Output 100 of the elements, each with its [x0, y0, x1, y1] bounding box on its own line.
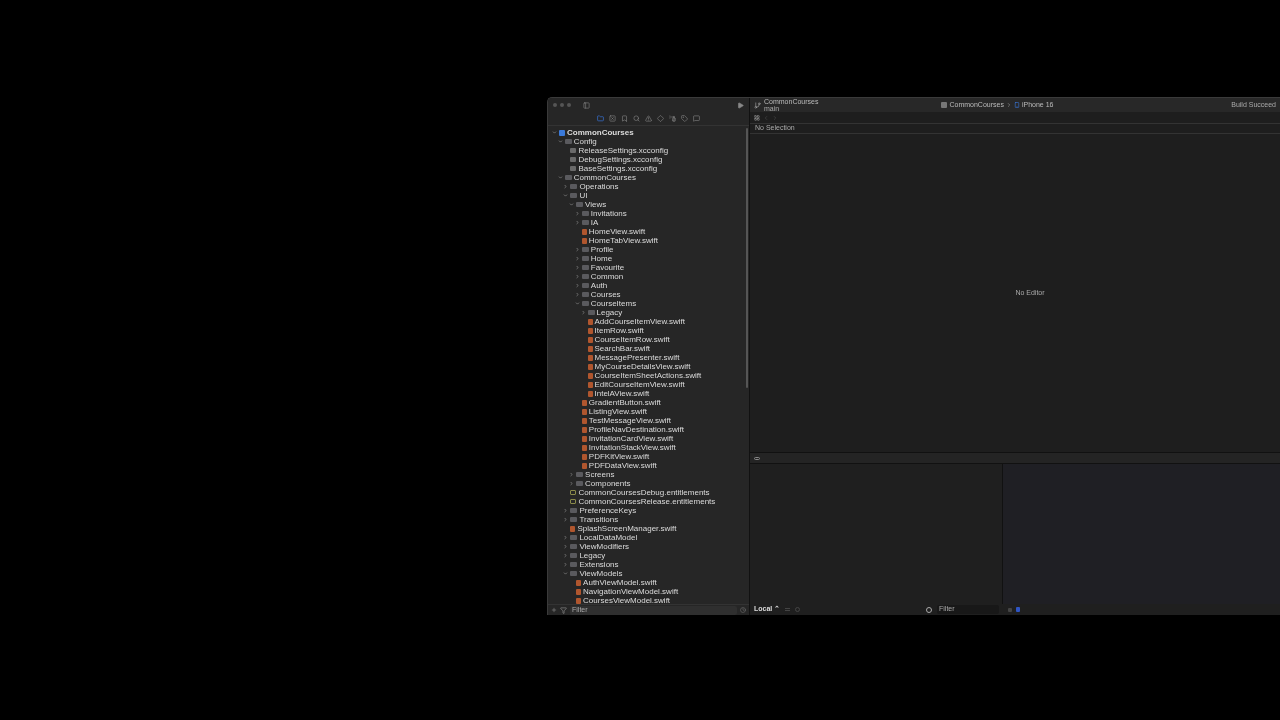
disclosure-chevron-icon[interactable]	[563, 184, 569, 189]
file-tree-item[interactable]: MessagePresenter.swift	[594, 353, 680, 362]
file-tree-item[interactable]: CommonCoursesDebug.entitlements	[578, 488, 710, 497]
speech-bubble-icon[interactable]	[693, 115, 700, 122]
file-tree-item[interactable]: CourseItemSheetActions.swift	[594, 371, 702, 380]
file-tree-item[interactable]: InvitationCardView.swift	[588, 434, 674, 443]
disclosure-chevron-icon[interactable]	[574, 265, 580, 270]
file-tree-item[interactable]: DebugSettings.xcconfig	[578, 155, 663, 164]
run-icon[interactable]	[737, 101, 744, 109]
file-tree-item[interactable]: IA	[590, 218, 599, 227]
disclosure-chevron-icon[interactable]	[557, 175, 563, 180]
disclosure-chevron-icon[interactable]	[574, 247, 580, 252]
sidebar-toggle-icon[interactable]	[583, 101, 590, 109]
file-tree-item[interactable]: Courses	[590, 290, 621, 299]
file-tree-item[interactable]: Profile	[590, 245, 614, 254]
file-tree-item[interactable]: PreferenceKeys	[579, 506, 637, 515]
file-tree-item[interactable]: ViewModels	[579, 569, 623, 578]
disclosure-chevron-icon[interactable]	[574, 301, 580, 306]
minimize-window-button[interactable]	[560, 103, 564, 107]
file-tree-item[interactable]: LocalDataModel	[579, 533, 638, 542]
file-tree-item[interactable]: Components	[585, 479, 631, 488]
disclosure-chevron-icon[interactable]	[552, 130, 557, 135]
list-icon[interactable]	[785, 608, 791, 611]
file-tree-item[interactable]: AuthViewModel.swift	[583, 578, 657, 587]
file-tree-item[interactable]: ItemRow.swift	[594, 326, 644, 335]
disclosure-chevron-icon[interactable]	[569, 481, 575, 486]
source-control-icon[interactable]	[609, 115, 616, 122]
close-window-button[interactable]	[553, 103, 557, 107]
file-tree-item[interactable]: Legacy	[596, 308, 623, 317]
file-tree-item[interactable]: MyCourseDetailsView.swift	[594, 362, 691, 371]
disclosure-chevron-icon[interactable]	[574, 220, 580, 225]
disclosure-chevron-icon[interactable]	[574, 256, 580, 261]
file-tree-item[interactable]: IntelAView.swift	[594, 389, 650, 398]
file-tree-item[interactable]: CourseItems	[590, 299, 637, 308]
debug-toggle-icon[interactable]	[754, 456, 760, 460]
grid-icon[interactable]	[754, 114, 760, 121]
disclosure-chevron-icon[interactable]	[563, 535, 569, 540]
disclosure-chevron-icon[interactable]	[574, 274, 580, 279]
zoom-window-button[interactable]	[567, 103, 571, 107]
disclosure-chevron-icon[interactable]	[563, 571, 569, 576]
disclosure-chevron-icon[interactable]	[574, 211, 580, 216]
disclosure-chevron-icon[interactable]	[574, 292, 580, 297]
forward-icon[interactable]	[772, 114, 778, 121]
disclosure-chevron-icon[interactable]	[557, 139, 563, 144]
disclosure-chevron-icon[interactable]	[563, 553, 569, 558]
file-tree-item[interactable]: Common	[590, 272, 624, 281]
file-tree-item[interactable]: ListingView.swift	[588, 407, 647, 416]
recent-files-icon[interactable]	[740, 607, 746, 613]
file-tree-item[interactable]: CourseItemRow.swift	[594, 335, 670, 344]
file-tree-item[interactable]: CommonCourses	[573, 173, 636, 182]
disclosure-chevron-icon[interactable]	[569, 472, 575, 477]
disclosure-chevron-icon[interactable]	[574, 283, 580, 288]
file-tree-item[interactable]: ReleaseSettings.xcconfig	[578, 146, 669, 155]
folder-icon[interactable]	[597, 115, 604, 122]
file-tree-item[interactable]: Transitions	[579, 515, 619, 524]
file-tree-item[interactable]: Extensions	[579, 560, 619, 569]
app-icon	[941, 102, 948, 108]
spray-can-icon[interactable]	[669, 115, 676, 122]
bookmark-icon[interactable]	[621, 115, 628, 122]
file-tree-item[interactable]: Favourite	[590, 263, 625, 272]
file-tree-item[interactable]: SearchBar.swift	[594, 344, 651, 353]
file-tree-item[interactable]: Views	[585, 200, 607, 209]
file-tree-item[interactable]: CommonCourses	[567, 128, 634, 137]
disclosure-chevron-icon[interactable]	[563, 544, 569, 549]
tag-icon[interactable]	[681, 115, 688, 122]
file-tree-item[interactable]: PDFDataView.swift	[588, 461, 657, 470]
file-tree-item[interactable]: InvitationStackView.swift	[588, 443, 676, 452]
file-tree-item[interactable]: ViewModifiers	[579, 542, 630, 551]
disclosure-chevron-icon[interactable]	[580, 310, 586, 315]
file-tree-item[interactable]: EditCourseItemView.swift	[594, 380, 685, 389]
disclosure-chevron-icon[interactable]	[569, 202, 575, 207]
file-tree-item[interactable]: HomeTabView.swift	[588, 236, 658, 245]
file-tree-item[interactable]: NavigationViewModel.swift	[583, 587, 679, 596]
search-icon[interactable]	[633, 115, 640, 122]
file-tree-item[interactable]: ProfileNavDestination.swift	[588, 425, 684, 434]
file-tree-item[interactable]: Screens	[585, 470, 615, 479]
file-tree-item[interactable]: Invitations	[590, 209, 627, 218]
file-tree-item[interactable]: Legacy	[579, 551, 606, 560]
file-tree-item[interactable]: CoursesViewModel.swift	[583, 596, 671, 604]
file-tree-item[interactable]: Config	[573, 137, 597, 146]
file-tree-item[interactable]: TestMessageView.swift	[588, 416, 671, 425]
file-tree-item[interactable]: HomeView.swift	[588, 227, 646, 236]
file-tree-item[interactable]: UI	[579, 191, 588, 200]
file-tree-item[interactable]: Operations	[579, 182, 619, 191]
warning-icon[interactable]	[645, 115, 652, 122]
disclosure-chevron-icon[interactable]	[563, 193, 569, 198]
file-tree-item[interactable]: GradientButton.swift	[588, 398, 661, 407]
disclosure-chevron-icon[interactable]	[563, 562, 569, 567]
file-tree-item[interactable]: Home	[590, 254, 613, 263]
file-tree-item[interactable]: SplashScreenManager.swift	[577, 524, 677, 533]
file-tree-item[interactable]: Auth	[590, 281, 608, 290]
file-tree-item[interactable]: PDFKitView.swift	[588, 452, 650, 461]
file-tree-item[interactable]: CommonCoursesRelease.entitlements	[578, 497, 716, 506]
disclosure-chevron-icon[interactable]	[563, 517, 569, 522]
file-tree-item[interactable]: AddCourseItemView.swift	[594, 317, 686, 326]
file-tree-item[interactable]: BaseSettings.xcconfig	[578, 164, 658, 173]
add-icon[interactable]	[551, 607, 557, 613]
diamond-icon[interactable]	[657, 115, 664, 122]
scrollbar[interactable]	[746, 128, 748, 388]
disclosure-chevron-icon[interactable]	[563, 508, 569, 513]
